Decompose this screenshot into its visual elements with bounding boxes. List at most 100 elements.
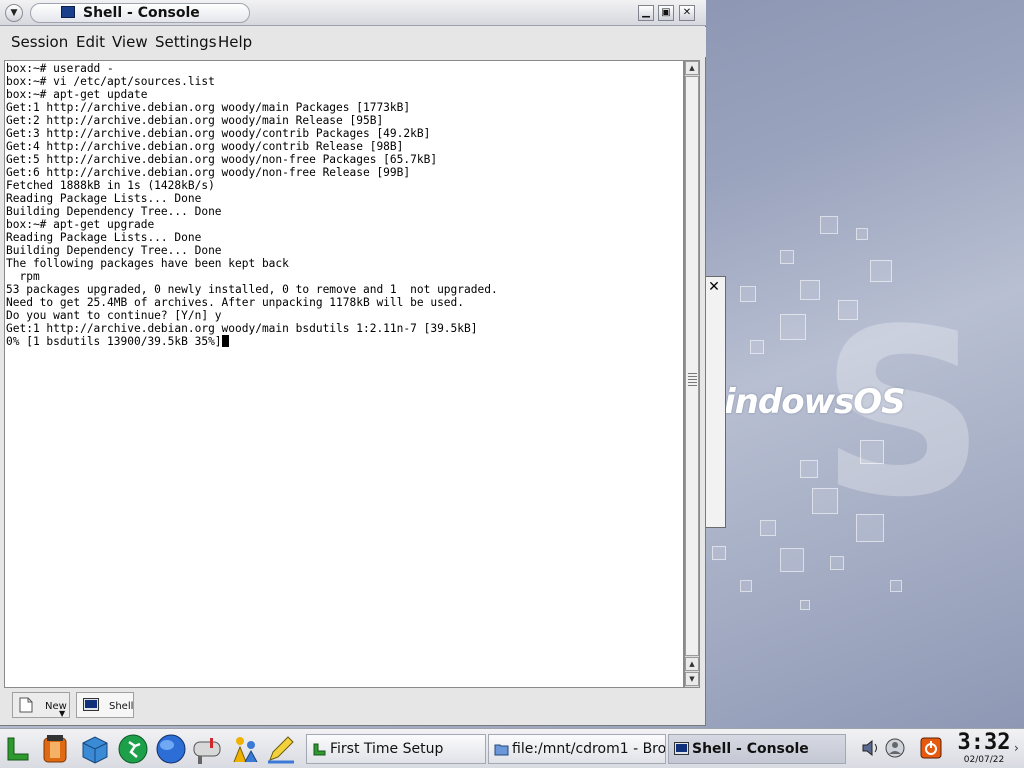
terminal-line: 53 packages upgraded, 0 newly installed,… <box>6 283 498 296</box>
terminal-line: The following packages have been kept ba… <box>6 257 289 270</box>
task-first-time-setup[interactable]: First Time Setup <box>306 734 486 764</box>
lindows-launcher-icon[interactable] <box>2 732 36 766</box>
console-icon <box>61 6 75 18</box>
power-icon[interactable] <box>920 737 942 759</box>
minimize-button[interactable]: ▁ <box>638 5 654 21</box>
wallpaper-square <box>800 600 810 610</box>
session-tab-shell[interactable]: Shell <box>76 692 134 718</box>
window-title: Shell - Console <box>83 5 200 21</box>
wallpaper-square <box>820 216 838 234</box>
terminal-line: Get:3 http://archive.debian.org woody/co… <box>6 127 431 140</box>
globe-icon[interactable] <box>154 732 188 766</box>
text-cursor <box>221 335 229 347</box>
lifesaver-icon[interactable] <box>38 732 72 766</box>
terminal-output[interactable]: box:~# useradd - box:~# vi /etc/apt/sourc… <box>4 60 684 688</box>
terminal-line: Get:1 http://archive.debian.org woody/ma… <box>6 101 411 114</box>
scroll-up-arrow-icon[interactable]: ▲ <box>685 61 699 75</box>
scroll-up-arrow-icon[interactable]: ▲ <box>685 657 699 671</box>
wallpaper-square <box>812 488 838 514</box>
scrollbar-thumb[interactable] <box>685 76 699 656</box>
console-window: ▼ Shell - Console ▁ ▣ ✕ Session Edit Vie… <box>0 0 706 726</box>
terminal-line: Get:4 http://archive.debian.org woody/co… <box>6 140 404 153</box>
terminal-line: Reading Package Lists... Done <box>6 231 202 244</box>
terminal-line: Fetched 1888kB in 1s (1428kB/s) <box>6 179 215 192</box>
taskbar: First Time Setup file:/mnt/cdrom1 - Brow… <box>0 728 1024 768</box>
menu-edit[interactable]: Edit <box>76 33 105 51</box>
clock-time: 3:32 <box>957 730 1011 755</box>
terminal-line: Reading Package Lists... Done <box>6 192 202 205</box>
clock-date: 02/07/22 <box>963 755 1005 765</box>
box-icon[interactable] <box>78 732 112 766</box>
wallpaper-logo-text: indowsOS <box>724 382 906 422</box>
chevron-down-icon[interactable]: ▼ <box>59 709 65 718</box>
wallpaper-square <box>800 460 818 478</box>
window-menu-button[interactable]: ▼ <box>5 4 23 22</box>
terminal-line: rpm <box>6 270 40 283</box>
wallpaper-square <box>712 546 726 560</box>
setup-icon <box>313 743 326 756</box>
menu-session[interactable]: Session <box>11 33 68 51</box>
user-icon[interactable] <box>884 737 906 759</box>
terminal-line: Building Dependency Tree... Done <box>6 205 222 218</box>
wallpaper-square <box>830 556 844 570</box>
folder-icon <box>494 744 509 756</box>
terminal-line: Get:5 http://archive.debian.org woody/no… <box>6 153 438 166</box>
wallpaper-square <box>780 250 794 264</box>
maximize-button[interactable]: ▣ <box>658 5 674 21</box>
terminal-line: Need to get 25.4MB of archives. After un… <box>6 296 465 309</box>
scrollbar-grip-icon <box>688 373 697 387</box>
new-session-button[interactable]: New ▼ <box>12 692 70 718</box>
title-pill: Shell - Console <box>30 3 250 23</box>
wallpaper-square <box>750 340 764 354</box>
wallpaper-square <box>856 228 868 240</box>
mailbox-icon[interactable] <box>190 732 224 766</box>
task-shell-console[interactable]: Shell - Console <box>668 734 846 764</box>
runner-icon[interactable] <box>116 732 150 766</box>
session-tabbar: New ▼ Shell <box>4 690 700 722</box>
terminal-line: box:~# useradd - <box>6 62 114 75</box>
vertical-scrollbar[interactable]: ▲ ▲ ▼ <box>684 60 700 688</box>
scroll-down-arrow-icon[interactable]: ▼ <box>685 672 699 686</box>
wallpaper-square <box>856 514 884 542</box>
terminal-line: 0% [1 bsdutils 13900/39.5kB 35%] <box>6 335 683 348</box>
wallpaper-square <box>780 314 806 340</box>
pencil-icon[interactable] <box>264 732 298 766</box>
terminal-line: box:~# apt-get update <box>6 88 148 101</box>
terminal-line: box:~# apt-get upgrade <box>6 218 155 231</box>
chevron-right-icon[interactable]: › <box>1014 741 1019 755</box>
wallpaper-square <box>870 260 892 282</box>
wallpaper-square <box>890 580 902 592</box>
wallpaper-square <box>740 580 752 592</box>
wallpaper-square <box>740 286 756 302</box>
menu-help[interactable]: Help <box>218 33 252 51</box>
task-label: file:/mnt/cdrom1 - Browser <box>512 741 666 757</box>
new-document-icon <box>19 697 33 713</box>
people-icon[interactable] <box>228 732 262 766</box>
menu-settings[interactable]: Settings <box>155 33 217 51</box>
console-icon <box>83 698 99 711</box>
window-titlebar[interactable]: ▼ Shell - Console ▁ ▣ ✕ <box>0 0 706 26</box>
task-browser[interactable]: file:/mnt/cdrom1 - Browser <box>488 734 666 764</box>
terminal-line: Get:2 http://archive.debian.org woody/ma… <box>6 114 384 127</box>
wallpaper-square <box>780 548 804 572</box>
wallpaper-square <box>800 280 820 300</box>
session-tab-label: Shell <box>109 701 134 712</box>
task-label: Shell - Console <box>692 741 809 757</box>
terminal-line: Do you want to continue? [Y/n] y <box>6 309 222 322</box>
wallpaper-square <box>760 520 776 536</box>
wallpaper-square <box>838 300 858 320</box>
menubar: Session Edit View Settings Help <box>0 27 706 57</box>
speaker-icon[interactable] <box>860 737 882 759</box>
terminal-line: box:~# vi /etc/apt/sources.list <box>6 75 215 88</box>
terminal-line: Get:1 http://archive.debian.org woody/ma… <box>6 322 478 335</box>
close-button[interactable]: ✕ <box>679 5 695 21</box>
close-icon[interactable]: ✕ <box>706 279 722 295</box>
background-window[interactable]: ✕ <box>704 276 726 528</box>
wallpaper-square <box>860 440 884 464</box>
console-icon <box>674 742 689 755</box>
task-label: First Time Setup <box>330 741 444 757</box>
terminal-line: Building Dependency Tree... Done <box>6 244 222 257</box>
clock[interactable]: 3:32 02/07/22 <box>956 731 1012 767</box>
terminal-line: Get:6 http://archive.debian.org woody/no… <box>6 166 411 179</box>
menu-view[interactable]: View <box>112 33 148 51</box>
